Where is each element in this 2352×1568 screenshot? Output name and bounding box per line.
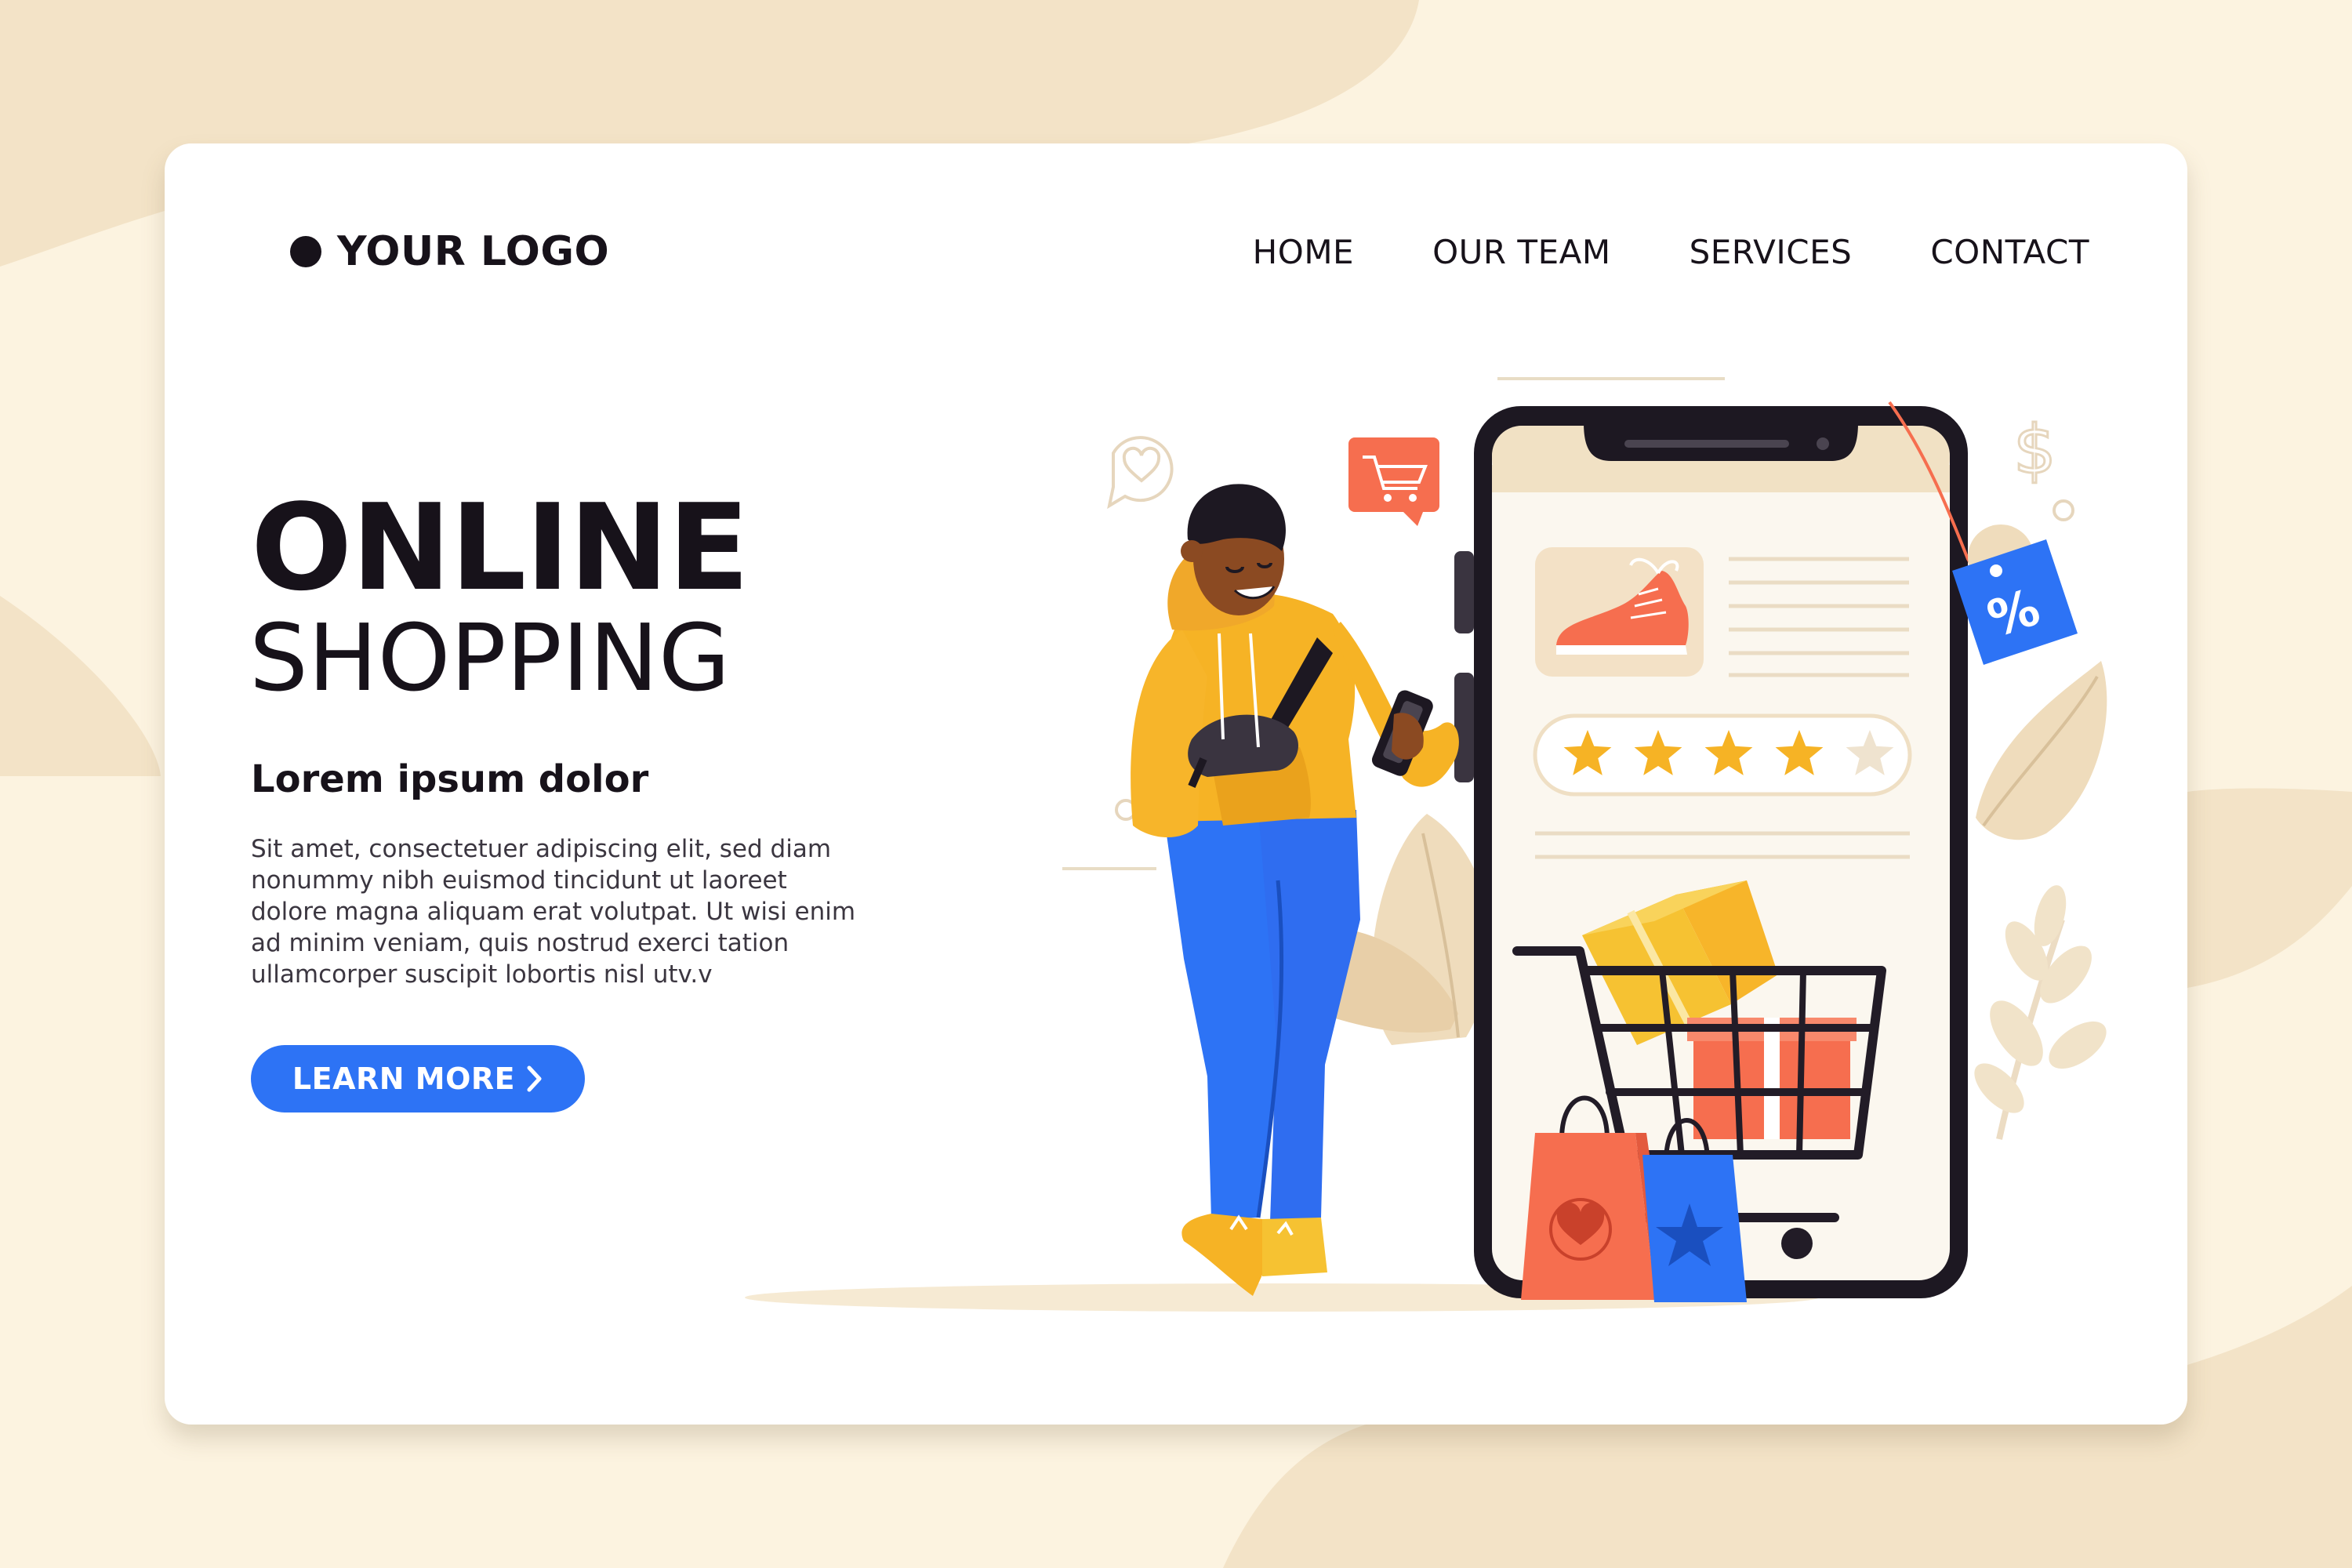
cart-chat-icon xyxy=(1348,437,1439,526)
leaves-right xyxy=(1974,661,2107,1140)
landing-card: YOUR LOGO HOME OUR TEAM SERVICES CONTACT… xyxy=(165,143,2187,1425)
deco-circle xyxy=(2053,499,2074,521)
svg-text:$: $ xyxy=(2013,411,2056,489)
phone-side-button xyxy=(1454,551,1474,633)
gift-box-coral xyxy=(1687,1018,1857,1139)
heart-chat-icon xyxy=(1107,436,1174,510)
phone-side-button xyxy=(1454,673,1474,782)
online-shopping-illustration: $ % xyxy=(745,377,2107,1312)
dollar-icon: $ xyxy=(2013,410,2058,491)
